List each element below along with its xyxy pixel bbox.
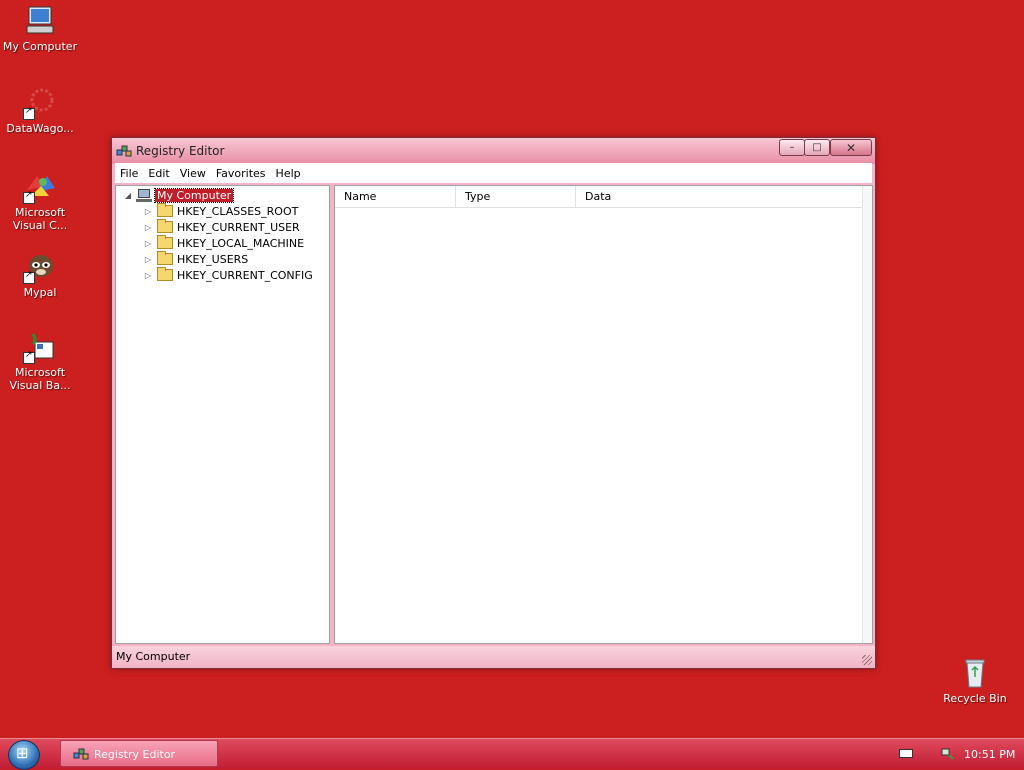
menu-help[interactable]: Help (271, 167, 306, 180)
maximize-button[interactable]: □ (804, 139, 830, 156)
registry-editor-window: Registry Editor – □ ✕ File Edit View Fav… (111, 137, 876, 669)
tree-item-label: HKEY_USERS (177, 252, 249, 266)
folder-icon (157, 251, 173, 265)
registry-editor-icon (73, 746, 89, 762)
shortcut-arrow-icon (23, 190, 35, 204)
window-title: Registry Editor (136, 144, 225, 158)
desktop-icon-mypal[interactable]: Mypal (0, 250, 80, 299)
expand-arrow-icon[interactable]: ▷ (142, 207, 154, 216)
desktop-icon-visual-c[interactable]: Microsoft Visual C... (0, 170, 80, 232)
tree-item-label: HKEY_CURRENT_CONFIG (177, 268, 313, 282)
desktop-icon-label: DataWago... (6, 122, 74, 135)
minimize-button[interactable]: – (779, 139, 805, 156)
tree-item-label: HKEY_CURRENT_USER (177, 220, 300, 234)
tree-item-hkey-current-config[interactable]: ▷ HKEY_CURRENT_CONFIG (142, 267, 313, 283)
tree-item-label: HKEY_CLASSES_ROOT (177, 204, 299, 218)
vertical-scrollbar[interactable] (862, 186, 872, 643)
desktop-icon-label: Mypal (23, 286, 57, 299)
tree-item-hkey-users[interactable]: ▷ HKEY_USERS (142, 251, 248, 267)
taskbar: Registry Editor 10:51 PM (0, 738, 1024, 770)
column-header-type[interactable]: Type (456, 186, 576, 207)
list-header: Name Type Data (335, 186, 865, 208)
folder-icon (157, 267, 173, 281)
resize-grip-icon[interactable] (862, 655, 872, 665)
column-header-data[interactable]: Data (576, 186, 865, 207)
folder-icon (157, 219, 173, 233)
close-button[interactable]: ✕ (830, 139, 872, 156)
folder-icon (157, 203, 173, 217)
desktop-icon-datawagon[interactable]: DataWago... (0, 86, 80, 135)
menu-edit[interactable]: Edit (143, 167, 174, 180)
shortcut-arrow-icon (23, 106, 35, 120)
desktop-icon-label: My Computer (2, 40, 78, 53)
close-icon: ✕ (845, 140, 857, 155)
desktop-icon-recycle-bin[interactable]: Recycle Bin (935, 656, 1015, 705)
tree-item-hkey-local-machine[interactable]: ▷ HKEY_LOCAL_MACHINE (142, 235, 304, 251)
my-computer-icon (23, 4, 57, 38)
folder-icon (157, 235, 173, 249)
window-titlebar[interactable]: Registry Editor – □ ✕ (112, 138, 875, 164)
shortcut-arrow-icon (23, 350, 35, 364)
desktop-icon-label: Microsoft Visual Ba... (9, 366, 71, 392)
tree-item-hkey-current-user[interactable]: ▷ HKEY_CURRENT_USER (142, 219, 300, 235)
tree-item-hkey-classes-root[interactable]: ▷ HKEY_CLASSES_ROOT (142, 203, 298, 219)
values-list-pane[interactable]: Name Type Data (334, 185, 873, 644)
registry-editor-icon (116, 143, 132, 159)
shortcut-arrow-icon (23, 270, 35, 284)
recycle-bin-icon (958, 656, 992, 690)
visual-basic-icon (23, 330, 57, 364)
tree-item-label: HKEY_LOCAL_MACHINE (177, 236, 305, 250)
desktop-icon-my-computer[interactable]: My Computer (0, 4, 80, 53)
collapse-arrow-icon[interactable]: ◢ (122, 191, 134, 200)
tree-item-label: My Computer (153, 187, 235, 203)
taskbar-button-label: Registry Editor (94, 748, 176, 761)
taskbar-button-registry-editor[interactable]: Registry Editor (60, 740, 218, 767)
status-text: My Computer (116, 650, 191, 663)
tree-item-my-computer[interactable]: ◢ My Computer (122, 187, 235, 203)
desktop-icon-label: Microsoft Visual C... (12, 206, 68, 232)
minimize-icon: – (789, 142, 795, 153)
desktop-icon-visual-basic[interactable]: Microsoft Visual Ba... (0, 330, 80, 392)
expand-arrow-icon[interactable]: ▷ (142, 223, 154, 232)
menu-bar: File Edit View Favorites Help (115, 163, 872, 183)
desktop-icon-label: Recycle Bin (943, 692, 1007, 705)
menu-file[interactable]: File (115, 167, 143, 180)
computer-icon (136, 188, 152, 202)
datawagon-icon (23, 86, 57, 120)
expand-arrow-icon[interactable]: ▷ (142, 271, 154, 280)
clock[interactable]: 10:51 PM (964, 748, 1015, 761)
column-header-name[interactable]: Name (335, 186, 456, 207)
key-tree-pane[interactable]: ◢ My Computer ▷ HKEY_CLASSES_ROOT ▷ HKEY… (115, 185, 330, 644)
expand-arrow-icon[interactable]: ▷ (142, 255, 154, 264)
network-icon[interactable] (940, 746, 954, 760)
status-bar: My Computer (112, 646, 875, 668)
visual-c-icon (23, 170, 57, 204)
menu-favorites[interactable]: Favorites (211, 167, 271, 180)
keyboard-icon[interactable] (899, 749, 913, 758)
expand-arrow-icon[interactable]: ▷ (142, 239, 154, 248)
menu-view[interactable]: View (175, 167, 211, 180)
maximize-icon: □ (812, 142, 822, 153)
mypal-icon (23, 250, 57, 284)
start-button[interactable] (8, 740, 40, 770)
